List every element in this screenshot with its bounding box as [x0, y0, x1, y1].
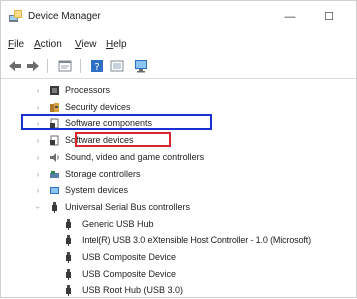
usb-icon [52, 202, 57, 213]
properties-icon[interactable] [57, 58, 73, 74]
tree-item-label: USB Composite Device [82, 252, 177, 262]
device-manager-icon [9, 10, 22, 22]
tree-item-label: Processors [65, 85, 111, 95]
tree-item-label: Sound, video and game controllers [65, 152, 205, 162]
usb-device-icon [66, 235, 71, 246]
back-icon[interactable] [7, 58, 23, 74]
usb-device-icon [66, 252, 71, 263]
tree-item-label: USB Composite Device [82, 269, 177, 279]
usb-device-icon [66, 285, 71, 296]
window-title: Device Manager [28, 11, 101, 22]
menu-bar: File Action View Help [1, 37, 356, 53]
expand-chevron-icon[interactable]: › [33, 82, 43, 99]
security-device-icon [50, 103, 59, 112]
usb-device-icon [66, 219, 71, 230]
usb-device-icon [66, 269, 71, 280]
expand-chevron-icon[interactable]: › [33, 182, 43, 199]
menu-view[interactable]: View [75, 37, 97, 53]
tree-item-label: Storage controllers [65, 169, 141, 179]
device-manager-window: Device Manager — ☐ File Action View Help… [0, 0, 357, 298]
toolbar-divider [1, 78, 356, 79]
tree-item-label: Generic USB Hub [82, 219, 154, 229]
usb-controllers-highlight-box [21, 114, 212, 130]
toolbar-separator [47, 59, 48, 73]
expand-chevron-icon[interactable]: › [33, 132, 43, 149]
collapse-chevron-icon[interactable]: › [30, 203, 47, 213]
storage-icon [50, 171, 59, 178]
sound-icon [50, 153, 59, 162]
expand-chevron-icon[interactable]: › [33, 166, 43, 183]
title-bar[interactable]: Device Manager — ☐ [1, 1, 356, 31]
menu-file[interactable]: File [8, 37, 24, 53]
scan-hardware-icon[interactable] [133, 58, 149, 74]
expand-chevron-icon[interactable]: › [33, 149, 43, 166]
tree-item-label: Intel(R) USB 3.0 eXtensible Host Control… [82, 235, 311, 245]
minimize-button[interactable]: — [275, 7, 305, 27]
forward-icon[interactable] [25, 58, 41, 74]
update-driver-icon[interactable] [109, 58, 125, 74]
menu-help[interactable]: Help [106, 37, 127, 53]
processor-icon [50, 86, 59, 95]
help-icon[interactable]: ? [89, 58, 105, 74]
menu-action[interactable]: Action [34, 37, 62, 53]
maximize-button[interactable]: ☐ [314, 7, 344, 27]
toolbar-separator [80, 59, 81, 73]
software-device-icon [50, 135, 59, 146]
svg-text:?: ? [94, 62, 99, 73]
device-tree: › Processors › Security devices › Softwa… [1, 80, 356, 297]
toolbar: ? [1, 55, 356, 77]
tree-item-label: Universal Serial Bus controllers [65, 202, 191, 212]
tree-item-label: System devices [65, 185, 129, 195]
system-device-icon [50, 187, 59, 194]
generic-usb-hub-highlight-box [75, 132, 171, 147]
tree-item-label: USB Root Hub (USB 3.0) [82, 285, 184, 295]
